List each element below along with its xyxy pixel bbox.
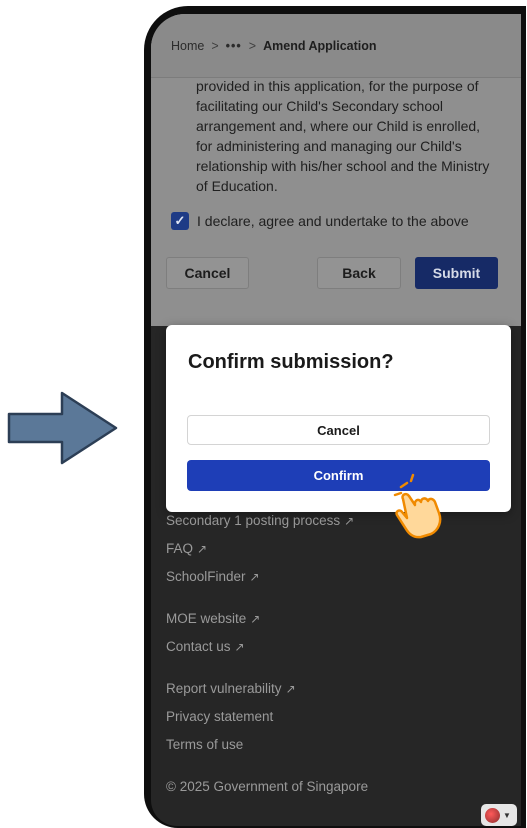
- checkmark-icon: ✓: [174, 213, 186, 228]
- footer-link-label: FAQ: [166, 541, 194, 556]
- application-page: Home > ••• > Amend Application provided …: [151, 14, 521, 326]
- footer-link-label: Secondary 1 posting process: [166, 513, 341, 528]
- submit-button[interactable]: Submit: [415, 257, 498, 289]
- back-button[interactable]: Back: [317, 257, 401, 289]
- footer-link-label: Contact us: [166, 639, 231, 654]
- footer-link-faq[interactable]: FAQ ↗: [166, 541, 207, 556]
- footer-link-label: SchoolFinder: [166, 569, 246, 584]
- dialog-cancel-button[interactable]: Cancel: [187, 415, 490, 445]
- legal-line: of Education.: [196, 178, 278, 194]
- tap-hand-icon: [393, 473, 442, 539]
- declaration-row[interactable]: ✓ I declare, agree and undertake to the …: [171, 212, 469, 230]
- breadcrumb-ellipsis[interactable]: •••: [226, 39, 242, 53]
- legal-line: relationship with his/her school and the…: [196, 158, 490, 174]
- legal-text: provided in this application, for the pu…: [196, 76, 506, 196]
- footer-link-report[interactable]: Report vulnerability ↗: [166, 681, 296, 696]
- legal-line: for administering and managing our Child…: [196, 138, 462, 154]
- footer-link-moe[interactable]: MOE website ↗: [166, 611, 260, 626]
- legal-line: facilitating our Child's Secondary schoo…: [196, 98, 444, 114]
- footer-link-label: MOE website: [166, 611, 247, 626]
- external-link-icon: ↗: [249, 570, 260, 584]
- declaration-label: I declare, agree and undertake to the ab…: [197, 213, 469, 229]
- declaration-checkbox[interactable]: ✓: [171, 212, 189, 230]
- dialog-title: Confirm submission?: [188, 351, 394, 373]
- cancel-button[interactable]: Cancel: [166, 257, 249, 289]
- breadcrumb: Home > ••• > Amend Application: [151, 14, 521, 78]
- footer-link-label: Report vulnerability: [166, 681, 282, 696]
- breadcrumb-separator: >: [211, 38, 219, 53]
- avatar: [485, 807, 500, 823]
- language-avatar[interactable]: ▼: [481, 804, 517, 826]
- chevron-down-icon: ▼: [503, 810, 511, 820]
- footer-link-privacy[interactable]: Privacy statement: [166, 709, 273, 724]
- legal-line: provided in this application, for the pu…: [196, 78, 479, 94]
- external-link-icon: ↗: [344, 514, 355, 528]
- right-arrow-icon: [7, 391, 118, 465]
- external-link-icon: ↗: [197, 542, 208, 556]
- legal-line: arrangement and, where our Child is enro…: [196, 118, 481, 134]
- phone-screen: Home > ••• > Amend Application provided …: [151, 14, 521, 826]
- footer-link-schoolfinder[interactable]: SchoolFinder ↗: [166, 569, 260, 584]
- breadcrumb-separator: >: [248, 38, 257, 53]
- external-link-icon: ↗: [285, 682, 296, 696]
- footer-copyright: © 2025 Government of Singapore: [166, 779, 369, 794]
- breadcrumb-current: Amend Application: [263, 38, 377, 53]
- footer-link-terms[interactable]: Terms of use: [166, 737, 243, 752]
- footer-link-contact[interactable]: Contact us ↗: [166, 639, 245, 654]
- external-link-icon: ↗: [250, 612, 261, 626]
- external-link-icon: ↗: [234, 640, 245, 654]
- confirm-dialog: Confirm submission? Cancel Confirm: [166, 325, 511, 512]
- footer-link-posting[interactable]: Secondary 1 posting process ↗: [166, 513, 354, 528]
- breadcrumb-home[interactable]: Home: [171, 39, 204, 53]
